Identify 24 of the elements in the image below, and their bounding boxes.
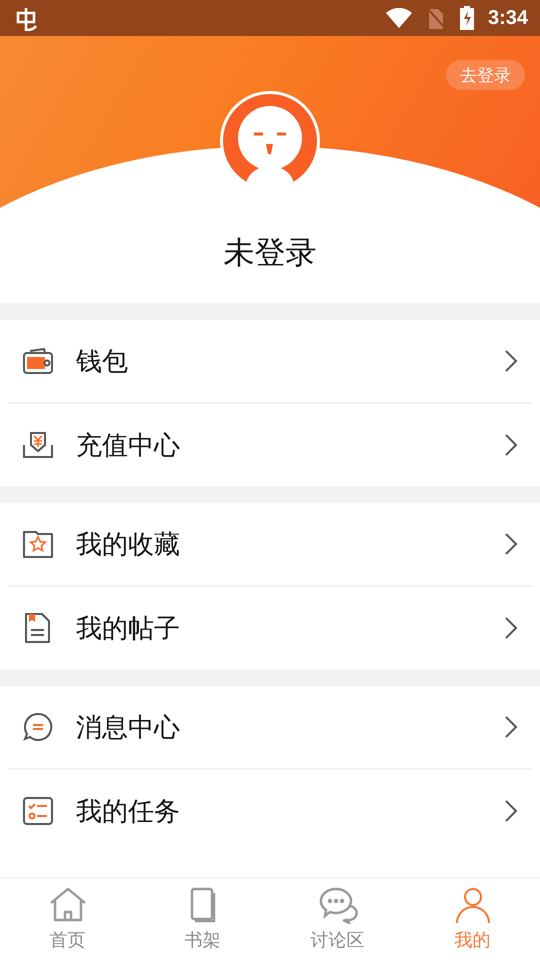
menu-item[interactable]: 我的任务 xyxy=(8,768,532,852)
menu-item[interactable]: 钱包 xyxy=(8,320,532,402)
battery-icon xyxy=(460,6,474,30)
chat-bubbles-icon xyxy=(318,886,358,924)
wifi-icon xyxy=(386,8,412,28)
tab[interactable]: 首页 xyxy=(0,878,135,960)
message-icon xyxy=(22,711,54,743)
checklist-icon xyxy=(22,795,54,827)
chevron-right-icon xyxy=(504,433,518,457)
home-icon xyxy=(48,886,88,924)
star-folder-icon xyxy=(22,528,54,560)
chevron-right-icon xyxy=(504,616,518,640)
chevron-right-icon xyxy=(504,799,518,823)
tab[interactable]: 书架 xyxy=(135,878,270,960)
chevron-right-icon xyxy=(504,349,518,373)
wallet-icon xyxy=(22,345,54,377)
menu-item[interactable]: 消息中心 xyxy=(8,686,532,768)
status-time: 3:34 xyxy=(488,6,528,30)
chevron-right-icon xyxy=(504,532,518,556)
tab[interactable]: 讨论区 xyxy=(270,878,405,960)
user-name: 未登录 xyxy=(224,234,316,273)
menu-item[interactable]: 我的收藏 xyxy=(8,503,532,585)
recharge-icon xyxy=(22,429,54,461)
chevron-right-icon xyxy=(504,715,518,739)
